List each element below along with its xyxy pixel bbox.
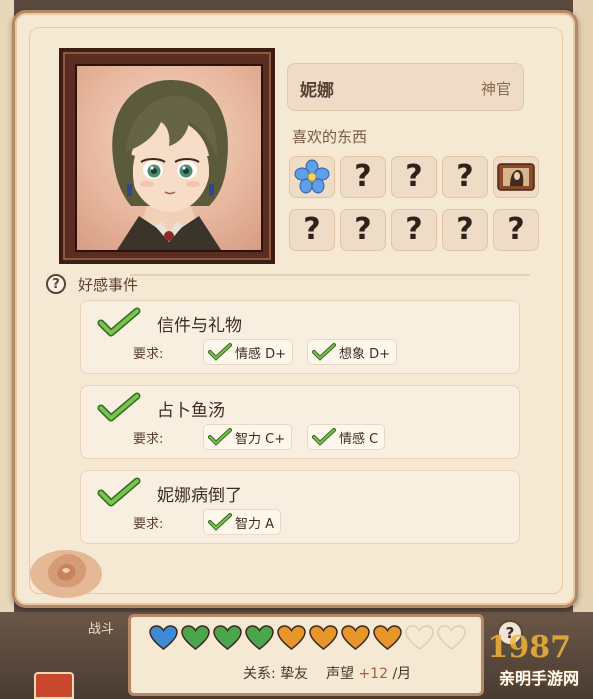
heart-icon xyxy=(245,625,274,650)
event-card[interactable]: 占卜鱼汤 要求: 智力 C+ 情感 C xyxy=(80,385,520,459)
requirement-chip: 想象 D+ xyxy=(307,339,398,365)
heart-icon xyxy=(405,625,434,650)
heart-icon xyxy=(373,625,402,650)
like-item-unknown[interactable]: ? xyxy=(340,209,386,251)
watermark-number: 1987 xyxy=(487,630,572,665)
relation-label: 关系: xyxy=(243,666,276,682)
requirement-chip: 智力 C+ xyxy=(203,424,293,450)
requirement-chip: 情感 C xyxy=(307,424,386,450)
heart-icon xyxy=(181,625,210,650)
heart-icon xyxy=(277,625,306,650)
like-item-unknown[interactable]: ? xyxy=(340,156,386,198)
requirement-text: 情感 C xyxy=(339,431,379,447)
check-icon xyxy=(97,307,141,337)
like-item-unknown[interactable]: ? xyxy=(493,209,539,251)
check-icon xyxy=(97,477,141,507)
requirement-text: 智力 A xyxy=(235,516,275,532)
check-icon xyxy=(208,343,232,361)
requirement-text: 智力 C+ xyxy=(235,431,286,447)
portrait-frame xyxy=(59,48,275,264)
event-title: 妮娜病倒了 xyxy=(157,486,242,506)
question-icon: ? xyxy=(456,159,474,194)
like-item-flower[interactable] xyxy=(289,156,335,198)
name-bar: 妮娜 神官 xyxy=(287,63,524,111)
character-name: 妮娜 xyxy=(300,81,334,101)
painting-icon xyxy=(497,163,535,191)
likes-label: 喜欢的东西 xyxy=(292,128,368,146)
relation-line: 关系: 挚友 声望 +12 /月 xyxy=(243,663,411,683)
requirement-chip: 情感 D+ xyxy=(203,339,294,365)
question-icon: ? xyxy=(354,159,372,194)
question-icon: ? xyxy=(354,212,372,247)
like-item-unknown[interactable]: ? xyxy=(391,209,437,251)
relation-value: 挚友 xyxy=(280,666,309,682)
requirement-label: 要求: xyxy=(133,347,164,362)
requirement-text: 想象 D+ xyxy=(339,346,391,362)
corner-menu-icon[interactable] xyxy=(34,672,74,699)
reputation-value: +12 xyxy=(358,666,388,682)
reputation-unit: /月 xyxy=(392,666,412,682)
check-icon xyxy=(208,428,232,446)
heart-icon xyxy=(437,625,466,650)
event-title: 信件与礼物 xyxy=(157,316,242,336)
events-help-icon[interactable]: ? xyxy=(46,274,66,294)
likes-grid: ? ? ? ? ? ? ? ? xyxy=(289,156,545,258)
like-item-unknown[interactable]: ? xyxy=(391,156,437,198)
heart-icon xyxy=(309,625,338,650)
requirement-text: 情感 D+ xyxy=(235,346,287,362)
heart-icon xyxy=(213,625,242,650)
watermark-text: 亲明手游网 xyxy=(498,669,579,688)
question-icon: ? xyxy=(303,212,321,247)
event-title: 占卜鱼汤 xyxy=(157,401,225,421)
heart-icon xyxy=(149,625,178,650)
like-item-unknown[interactable]: ? xyxy=(442,156,488,198)
question-icon: ? xyxy=(456,212,474,247)
affection-panel: 关系: 挚友 声望 +12 /月 xyxy=(128,614,484,696)
question-icon: ? xyxy=(507,212,525,247)
event-card[interactable]: 妮娜病倒了 要求: 智力 A xyxy=(80,470,520,544)
events-label: 好感事件 xyxy=(78,276,139,294)
battle-tab[interactable]: 战斗 xyxy=(88,618,124,646)
blue-flower-icon xyxy=(294,159,330,194)
requirement-chip: 智力 A xyxy=(203,509,282,535)
check-icon xyxy=(208,513,232,531)
like-item-unknown[interactable]: ? xyxy=(442,209,488,251)
like-item-unknown[interactable]: ? xyxy=(289,209,335,251)
reputation-label: 声望 xyxy=(325,666,354,682)
character-role: 神官 xyxy=(480,80,511,98)
affection-hearts xyxy=(149,625,466,651)
rose-emblem-icon xyxy=(30,550,102,598)
question-icon: ? xyxy=(405,212,423,247)
check-icon xyxy=(312,343,336,361)
events-divider xyxy=(130,274,530,276)
character-portrait xyxy=(75,64,263,252)
requirement-label: 要求: xyxy=(133,517,164,532)
heart-icon xyxy=(341,625,370,650)
like-item-painting[interactable] xyxy=(493,156,539,198)
event-card[interactable]: 信件与礼物 要求: 情感 D+ 想象 D+ xyxy=(80,300,520,374)
portrait-art xyxy=(112,80,228,250)
question-icon: ? xyxy=(405,159,423,194)
watermark: 1987 亲明手游网 xyxy=(469,625,589,695)
requirement-label: 要求: xyxy=(133,432,164,447)
check-icon xyxy=(97,392,141,422)
check-icon xyxy=(312,428,336,446)
